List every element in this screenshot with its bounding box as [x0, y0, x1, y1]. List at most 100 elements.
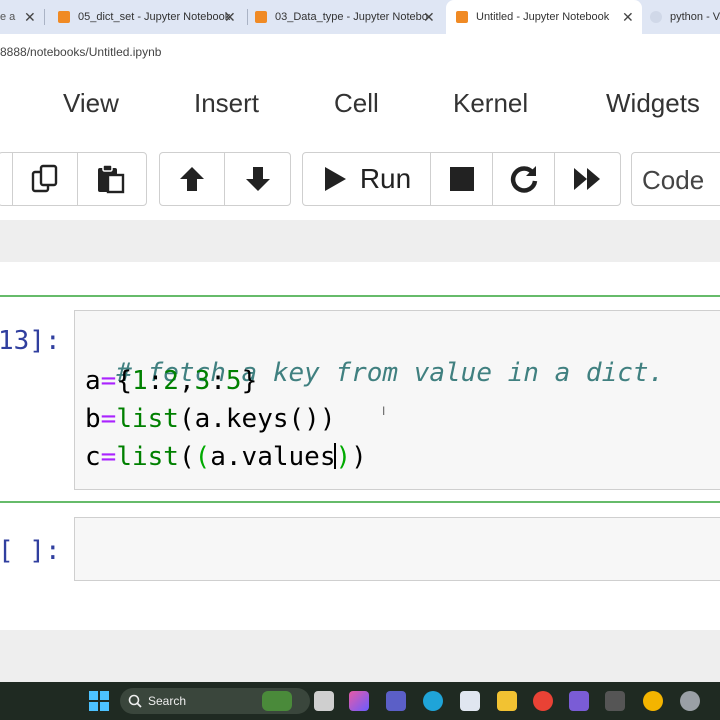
close-icon[interactable]: ✕	[622, 9, 634, 26]
copilot-icon[interactable]	[349, 691, 369, 711]
copy-icon	[31, 164, 58, 193]
code-token: b	[85, 404, 101, 434]
paste-icon	[98, 164, 125, 194]
os-taskbar: Search	[0, 682, 720, 720]
tab-title: python - Va	[670, 11, 720, 23]
menu-insert[interactable]: Insert	[194, 88, 259, 119]
move-up-button[interactable]	[160, 153, 225, 205]
tab-divider	[44, 9, 45, 25]
browser-tab-active[interactable]: Untitled - Jupyter Notebook ✕	[446, 0, 642, 34]
menu-cell[interactable]: Cell	[334, 88, 379, 119]
browser-tab[interactable]: 05_dict_set - Jupyter Notebook ✕	[58, 0, 248, 34]
browser-tab[interactable]: python - Va	[650, 0, 720, 34]
menu-kernel[interactable]: Kernel	[453, 88, 528, 119]
code-token: (	[178, 442, 195, 472]
code-token: a	[85, 366, 101, 396]
browser-tab-strip: e a ✕ 05_dict_set - Jupyter Notebook ✕ 0…	[0, 0, 720, 34]
browser-tab[interactable]: 03_Data_type - Jupyter Notebo ✕	[255, 0, 445, 34]
arrow-down-icon	[245, 167, 270, 191]
code-token: (a.keys())	[178, 404, 336, 434]
cell-type-value: Code	[642, 165, 705, 195]
chrome-icon[interactable]	[533, 691, 553, 711]
mouse-ibeam-cursor-icon: I	[382, 404, 386, 418]
settings-icon[interactable]	[680, 691, 700, 711]
code-token: 3	[194, 366, 211, 396]
code-token: 5	[225, 366, 242, 396]
code-token: 1	[131, 366, 148, 396]
app-icon[interactable]	[569, 691, 589, 711]
search-highlight-icon	[262, 691, 292, 711]
code-line-3: b=list(a.keys())	[85, 404, 335, 434]
jupyter-doc-icon	[58, 11, 70, 23]
menu-widgets[interactable]: Widgets	[606, 88, 700, 119]
code-token: :	[210, 366, 226, 396]
copy-button[interactable]	[13, 153, 78, 205]
code-token: }	[241, 366, 258, 396]
code-token: )	[351, 442, 367, 472]
paste-button[interactable]	[78, 153, 144, 205]
jupyter-doc-icon	[456, 11, 468, 23]
notebook-header-gap	[0, 220, 720, 262]
tab-title: e a	[0, 11, 16, 23]
code-token: =	[100, 404, 117, 434]
page-background	[0, 630, 720, 682]
close-icon[interactable]: ✕	[24, 9, 36, 26]
terminal-icon[interactable]	[605, 691, 625, 711]
code-line-4: c=list((a.values))	[85, 442, 367, 472]
notebook-toolbar: Run Code	[0, 140, 720, 220]
code-token: {	[116, 366, 132, 396]
code-editor-empty[interactable]	[74, 517, 720, 581]
chrome-active-icon[interactable]	[643, 691, 663, 711]
code-token: c	[85, 442, 101, 472]
file-explorer-icon[interactable]	[497, 691, 517, 711]
search-label: Search	[148, 694, 187, 708]
search-icon	[128, 694, 142, 708]
taskbar-search[interactable]: Search	[120, 688, 310, 714]
code-token: 2	[163, 366, 179, 396]
code-token: a.values	[210, 442, 336, 472]
arrow-up-icon	[180, 167, 204, 191]
move-down-button[interactable]	[225, 153, 290, 205]
teams-icon[interactable]	[386, 691, 406, 711]
edge-icon[interactable]	[423, 691, 443, 711]
tab-title: Untitled - Jupyter Notebook	[476, 11, 610, 23]
task-view-icon[interactable]	[314, 691, 334, 711]
tab-title: 05_dict_set - Jupyter Notebook	[78, 11, 231, 23]
cut-button[interactable]	[0, 153, 13, 205]
code-token: list	[116, 404, 179, 434]
code-token: ,	[178, 366, 195, 396]
run-button[interactable]: Run	[303, 153, 431, 205]
run-label: Run	[359, 163, 412, 194]
address-bar[interactable]: 8888/notebooks/Untitled.ipynb	[0, 34, 720, 69]
cell-type-select[interactable]: Code	[631, 152, 720, 206]
code-token: =	[100, 366, 117, 396]
tab-title: 03_Data_type - Jupyter Notebo	[275, 11, 428, 23]
code-token: =	[100, 442, 117, 472]
close-icon[interactable]: ✕	[224, 9, 236, 26]
code-token: )	[335, 442, 352, 472]
fast-forward-icon	[573, 168, 600, 190]
tab-divider	[247, 9, 248, 25]
run-group: Run	[302, 152, 621, 206]
cell-prompt: [ ]:	[0, 536, 61, 566]
clipboard-group	[0, 152, 147, 206]
menu-view[interactable]: View	[63, 88, 119, 119]
store-icon[interactable]	[460, 691, 480, 711]
code-token: list	[116, 442, 179, 472]
python-docs-icon	[650, 11, 662, 23]
browser-tab[interactable]: e a ✕	[0, 0, 40, 34]
jupyter-doc-icon	[255, 11, 267, 23]
interrupt-button[interactable]	[431, 153, 493, 205]
restart-run-all-button[interactable]	[555, 153, 620, 205]
windows-start-icon[interactable]	[89, 691, 109, 711]
code-token: :	[147, 366, 164, 396]
move-group	[159, 152, 291, 206]
refresh-icon	[510, 166, 537, 193]
notebook-menu-bar: View Insert Cell Kernel Widgets	[0, 68, 720, 140]
restart-kernel-button[interactable]	[493, 153, 555, 205]
close-icon[interactable]: ✕	[423, 9, 435, 26]
code-line-2: a={1:2,3:5}	[85, 366, 257, 396]
url-text[interactable]: 8888/notebooks/Untitled.ipynb	[0, 45, 161, 59]
play-icon	[324, 167, 346, 191]
cell-prompt: 13]:	[0, 326, 61, 356]
